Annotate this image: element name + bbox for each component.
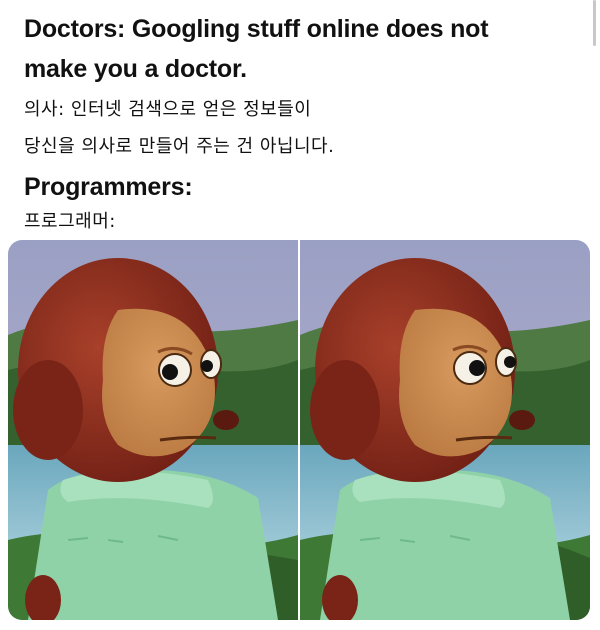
caption-doctors-en-line1: Doctors: Googling stuff online does not [24,15,489,43]
caption-doctors-ko-line1: 의사: 인터넷 검색으로 얻은 정보들이 [24,99,312,120]
puppet-image-left [8,240,298,620]
caption-programmers-ko: 프로그래머: [24,211,116,232]
meme-image-left-panel [8,240,298,620]
meme-image-right-panel [300,240,590,620]
caption-doctors-ko-line2: 당신을 의사로 만들어 주는 건 아닙니다. [24,136,335,157]
caption-doctors-en-line2: make you a doctor. [24,55,247,83]
scrollbar[interactable] [593,0,596,46]
caption-programmers-en: Programmers: [24,173,193,201]
puppet-image-right [300,240,590,620]
